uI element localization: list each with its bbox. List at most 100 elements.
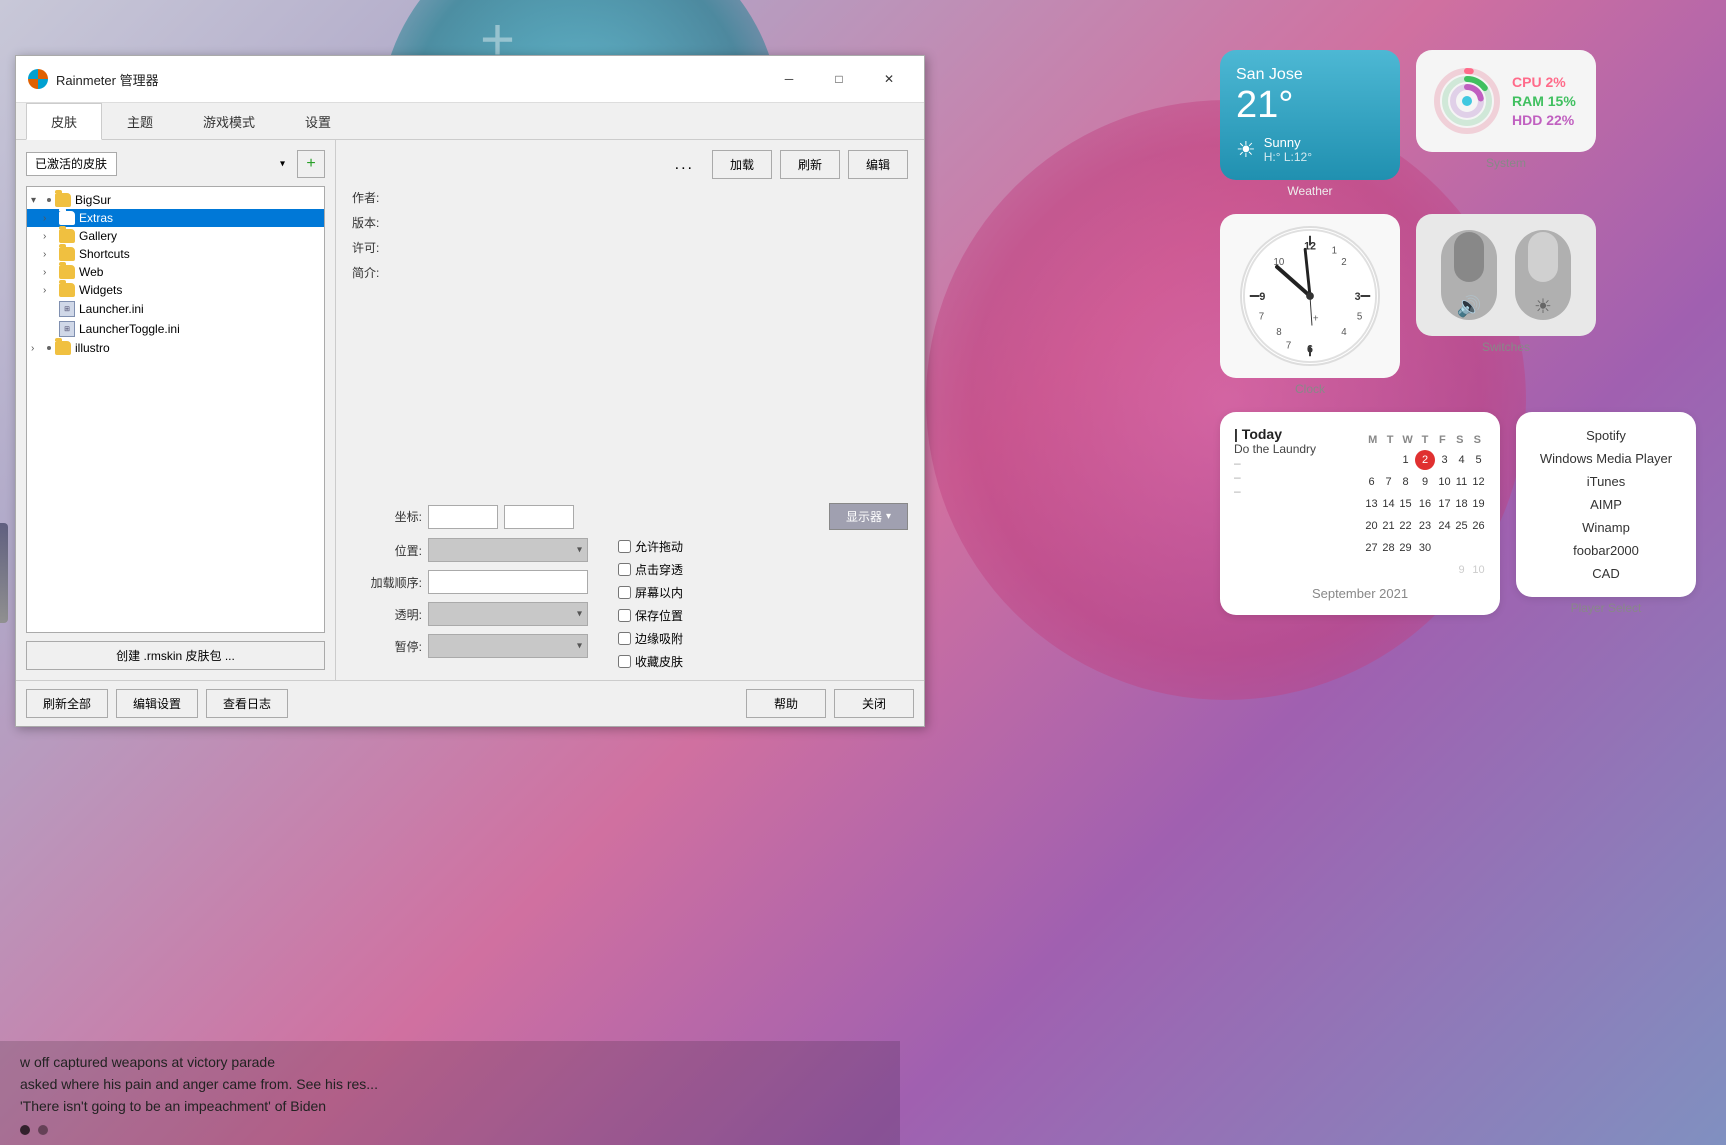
folder-extras-icon <box>59 211 75 225</box>
switch-pill-sound[interactable]: 🔊 <box>1441 230 1497 320</box>
file-launchertoggle-icon: ⊞ <box>59 321 75 337</box>
tab-skin[interactable]: 皮肤 <box>26 103 102 140</box>
system-stats: CPU 2% RAM 15% HDD 22% <box>1512 74 1576 128</box>
player-item[interactable]: Spotify <box>1530 426 1682 445</box>
cal-day: 4 <box>1454 450 1469 470</box>
view-log-button[interactable]: 查看日志 <box>206 689 288 718</box>
tree-item-illustro[interactable]: › illustro <box>27 339 324 357</box>
monitor-button[interactable]: 显示器 ▾ <box>829 503 908 530</box>
save-position-checkbox[interactable] <box>618 609 631 622</box>
position-select[interactable] <box>428 538 588 562</box>
snap-edge-checkbox[interactable] <box>618 632 631 645</box>
tree-item-shortcuts[interactable]: › Shortcuts <box>27 245 324 263</box>
close-window-button[interactable]: 关闭 <box>834 689 914 718</box>
coord-y-input[interactable] <box>504 505 574 529</box>
player-item[interactable]: foobar2000 <box>1530 541 1682 560</box>
cal-day: 20 <box>1364 516 1379 536</box>
rainmeter-icon <box>28 69 48 89</box>
close-button[interactable]: ✕ <box>866 64 912 94</box>
maximize-button[interactable]: □ <box>816 64 862 94</box>
checkbox-favorite: 收藏皮肤 <box>618 653 683 670</box>
calendar-widget-container: | Today Do the Laundry – – – M T W T <box>1220 412 1500 615</box>
bottom-left-buttons: 刷新全部 编辑设置 查看日志 <box>26 689 288 718</box>
tree-item-gallery[interactable]: › Gallery <box>27 227 324 245</box>
widget-row-top: San Jose 21° ☀ Sunny H:° L:12° Weather <box>1220 50 1696 198</box>
refresh-button[interactable]: 刷新 <box>780 150 840 179</box>
skin-tree-view: ▾ BigSur › Extras › Gallery <box>26 186 325 633</box>
checkboxes-column: 允许拖动 点击穿透 屏幕以内 保存位置 <box>618 538 683 670</box>
cal-day: 15 <box>1398 494 1413 514</box>
window-title: Rainmeter 管理器 <box>56 70 159 89</box>
ring-chart-svg <box>1432 66 1502 136</box>
svg-text:9: 9 <box>1259 291 1265 303</box>
widget-row-middle: 12 3 6 9 2 10 4 8 5 7 1 7 <box>1220 214 1696 396</box>
tab-gamemode[interactable]: 游戏模式 <box>178 103 280 140</box>
cal-header-f: F <box>1434 434 1451 446</box>
news-item-1: w off captured weapons at victory parade <box>20 1051 880 1073</box>
dots-menu-button[interactable]: ... <box>665 150 704 179</box>
cal-day: 25 <box>1454 516 1469 536</box>
tree-item-widgets[interactable]: › Widgets <box>27 281 324 299</box>
checkbox-allow-drag: 允许拖动 <box>618 538 683 555</box>
toggle-illustro-icon: › <box>31 343 43 354</box>
transparent-select[interactable] <box>428 602 588 626</box>
tab-settings[interactable]: 设置 <box>280 103 356 140</box>
pause-label: 暂停: <box>352 638 422 655</box>
click-through-checkbox[interactable] <box>618 563 631 576</box>
cal-day <box>1364 560 1379 580</box>
player-item[interactable]: iTunes <box>1530 472 1682 491</box>
bullet-icon <box>47 198 51 202</box>
cal-day: 10 <box>1471 560 1486 580</box>
weather-city: San Jose <box>1236 66 1384 84</box>
on-screen-checkbox[interactable] <box>618 586 631 599</box>
svg-text:7: 7 <box>1286 340 1291 351</box>
pause-select[interactable] <box>428 634 588 658</box>
author-label: 作者: <box>352 189 402 206</box>
load-button[interactable]: 加载 <box>712 150 772 179</box>
player-item[interactable]: CAD <box>1530 564 1682 583</box>
player-item[interactable]: AIMP <box>1530 495 1682 514</box>
minimize-button[interactable]: ─ <box>766 64 812 94</box>
tree-label-launcher: Launcher.ini <box>79 302 144 316</box>
create-rmskin-button[interactable]: 创建 .rmskin 皮肤包 ... <box>26 641 325 670</box>
tree-label-extras: Extras <box>79 211 113 225</box>
cal-day <box>1381 560 1396 580</box>
edit-settings-button[interactable]: 编辑设置 <box>116 689 198 718</box>
tree-item-launchertoggle-ini[interactable]: ⊞ LauncherToggle.ini <box>27 319 324 339</box>
refresh-all-button[interactable]: 刷新全部 <box>26 689 108 718</box>
help-button[interactable]: 帮助 <box>746 689 826 718</box>
allow-drag-checkbox[interactable] <box>618 540 631 553</box>
toggle-shortcuts-icon: › <box>43 249 55 260</box>
player-item[interactable]: Windows Media Player <box>1530 449 1682 468</box>
tree-item-launcher-ini[interactable]: ⊞ Launcher.ini <box>27 299 324 319</box>
tree-label-bigsur: BigSur <box>75 193 111 207</box>
skin-dropdown[interactable]: 已激活的皮肤 <box>26 152 117 176</box>
tree-item-bigsur[interactable]: ▾ BigSur <box>27 191 324 209</box>
add-skin-button[interactable]: + <box>297 150 325 178</box>
svg-text:2: 2 <box>1341 257 1346 268</box>
right-top-buttons: ... 加载 刷新 编辑 <box>352 150 908 183</box>
transparent-select-wrap <box>428 602 588 626</box>
favorite-checkbox[interactable] <box>618 655 631 668</box>
load-order-row: 加载顺序: <box>352 570 588 594</box>
cal-day <box>1437 560 1452 580</box>
news-dot-2[interactable] <box>38 1125 48 1135</box>
load-order-input[interactable] <box>428 570 588 594</box>
coord-x-input[interactable] <box>428 505 498 529</box>
cal-day: 9 <box>1415 472 1435 492</box>
cal-day <box>1415 560 1435 580</box>
edit-button[interactable]: 编辑 <box>848 150 908 179</box>
cal-header-s1: S <box>1451 434 1468 446</box>
tab-theme[interactable]: 主题 <box>102 103 178 140</box>
switch-pill-brightness[interactable]: ☀ <box>1515 230 1571 320</box>
dropdown-arrow-icon: ▾ <box>280 159 285 170</box>
allow-drag-label: 允许拖动 <box>635 538 683 555</box>
tree-item-web[interactable]: › Web <box>27 263 324 281</box>
cal-day: 21 <box>1381 516 1396 536</box>
transparent-row: 透明: <box>352 602 588 626</box>
on-screen-label: 屏幕以内 <box>635 584 683 601</box>
player-item[interactable]: Winamp <box>1530 518 1682 537</box>
cpu-stat: CPU 2% <box>1512 74 1576 90</box>
tree-item-extras[interactable]: › Extras <box>27 209 324 227</box>
news-dot-1[interactable] <box>20 1125 30 1135</box>
